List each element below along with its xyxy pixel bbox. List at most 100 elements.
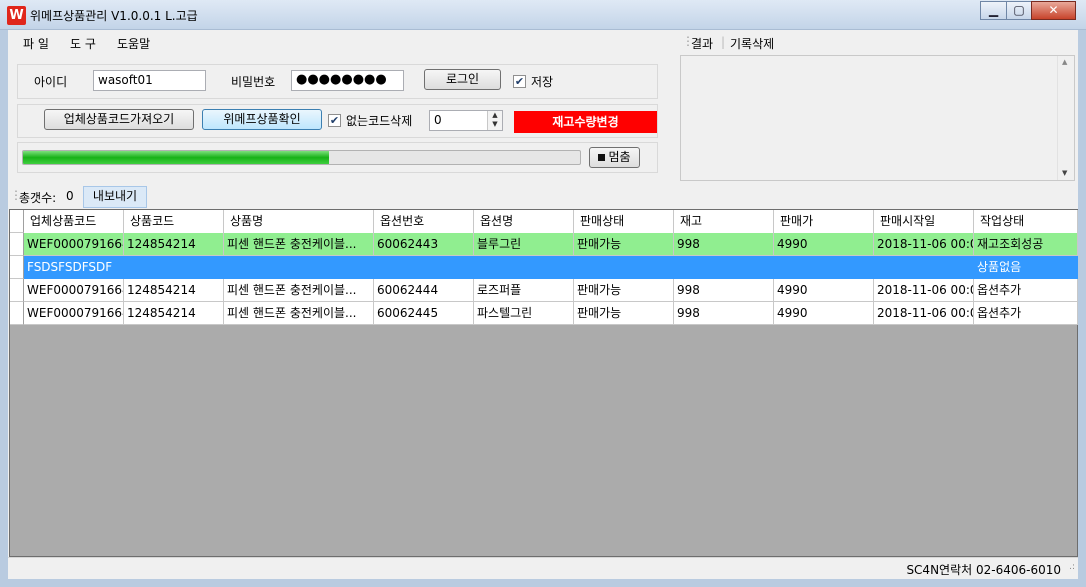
table-cell[interactable] (874, 256, 974, 279)
password-input[interactable]: ●●●●●●●● (291, 70, 404, 91)
table-cell[interactable]: WEF0000791664 (24, 279, 124, 302)
row-header[interactable] (10, 256, 24, 279)
window-title: 위메프상품관리 V1.0.0.1 L.고급 (30, 9, 198, 23)
table-cell[interactable]: 2018-11-06 00:00 (874, 279, 974, 302)
menu-help[interactable]: 도움말 (117, 35, 150, 52)
table-cell[interactable]: 124854214 (124, 233, 224, 256)
table-cell[interactable]: 판매가능 (574, 279, 674, 302)
delete-log-button[interactable]: 기록삭제 (730, 35, 774, 52)
table-cell[interactable] (674, 256, 774, 279)
table-cell[interactable]: 60062445 (374, 302, 474, 325)
table-cell[interactable]: WEF0000791664 (24, 302, 124, 325)
scroll-down-icon[interactable]: ▼ (1062, 169, 1067, 177)
table-cell[interactable]: 파스텔그린 (474, 302, 574, 325)
column-header[interactable]: 상품명 (224, 210, 374, 233)
scroll-up-icon[interactable]: ▲ (1062, 58, 1067, 66)
login-button[interactable]: 로그인 (424, 69, 501, 90)
stepper-arrows-icon[interactable]: ▲ ▼ (487, 111, 502, 130)
table-cell[interactable]: 피센 핸드폰 충전케이블... (224, 233, 374, 256)
table-cell[interactable]: 상품없음 (974, 256, 1078, 279)
id-label: 아이디 (34, 75, 68, 89)
table-cell[interactable]: 블루그린 (474, 233, 574, 256)
table-cell[interactable]: 옵션추가 (974, 279, 1078, 302)
delete-missing-label: 없는코드삭제 (346, 114, 413, 128)
table-cell[interactable] (374, 256, 474, 279)
check-products-button[interactable]: 위메프상품확인 (202, 109, 322, 130)
menu-bar (8, 31, 674, 55)
maximize-button[interactable]: ▢ (1006, 1, 1032, 20)
table-cell[interactable] (774, 256, 874, 279)
grid-toolbar: ⋮ 총갯수: 0 내보내기 (8, 186, 308, 208)
export-button[interactable]: 내보내기 (83, 186, 147, 208)
table-cell[interactable]: WEF0000791664 (24, 233, 124, 256)
column-header[interactable]: 판매가 (774, 210, 874, 233)
column-header[interactable]: 상품코드 (124, 210, 224, 233)
total-count-label: 총갯수: (19, 191, 57, 205)
stop-square-icon (598, 154, 606, 161)
stop-button[interactable]: 멈춤 (589, 147, 640, 168)
table-cell[interactable]: 60062443 (374, 233, 474, 256)
column-header[interactable]: 작업상태 (974, 210, 1078, 233)
table-cell[interactable]: 2018-11-06 00:00 (874, 302, 974, 325)
stock-change-label: 재고수량변경 (514, 111, 657, 133)
table-cell[interactable] (124, 256, 224, 279)
contact-text: SC4N연락처 02-6406-6010 (906, 563, 1061, 577)
result-log-panel[interactable]: ▲ ▼ (680, 55, 1075, 181)
table-cell[interactable]: 옵션추가 (974, 302, 1078, 325)
table-cell[interactable]: 124854214 (124, 302, 224, 325)
save-checkbox-label: 저장 (531, 75, 554, 89)
grid-header: 업체상품코드 상품코드 상품명 옵션번호 옵션명 판매상태 재고 판매가 판매시작일 작업상태 (10, 210, 1078, 234)
column-header[interactable]: 업체상품코드 (24, 210, 124, 233)
table-cell[interactable] (574, 256, 674, 279)
log-scrollbar[interactable]: ▲ ▼ (1057, 56, 1074, 180)
table-cell[interactable]: 60062444 (374, 279, 474, 302)
table-cell[interactable] (224, 256, 374, 279)
table-cell[interactable]: 4990 (774, 279, 874, 302)
result-toolbar: ⋮ 결과 | 기록삭제 (680, 33, 1075, 53)
table-row[interactable]: WEF0000791664 124854214 피센 핸드폰 충전케이블... 600… (10, 279, 1078, 302)
progress-fill (23, 151, 330, 164)
row-header[interactable] (10, 233, 24, 256)
column-header[interactable]: 재고 (674, 210, 774, 233)
table-row[interactable]: WEF0000791664 124854214 피센 핸드폰 충전케이블... 600… (10, 233, 1078, 256)
menu-file[interactable]: 파 일 (23, 35, 49, 52)
table-cell[interactable]: 998 (674, 279, 774, 302)
table-cell[interactable]: 998 (674, 302, 774, 325)
close-button[interactable]: ✕ (1031, 1, 1076, 20)
table-cell[interactable] (474, 256, 574, 279)
table-row[interactable]: FSDSFSDFSDF 상품없음 (10, 256, 1078, 279)
delete-missing-checkbox[interactable]: ✔ (328, 114, 341, 127)
data-grid[interactable]: 업체상품코드 상품코드 상품명 옵션번호 옵션명 판매상태 재고 판매가 판매시작일 작업상태 W… (9, 209, 1078, 557)
result-label: 결과 (691, 37, 714, 51)
table-cell[interactable]: FSDSFSDFSDF (24, 256, 124, 279)
column-header[interactable]: 판매상태 (574, 210, 674, 233)
minimize-button[interactable]: ▁ (980, 1, 1007, 20)
column-header[interactable]: 판매시작일 (874, 210, 974, 233)
header-corner (10, 210, 24, 233)
table-cell[interactable]: 판매가능 (574, 302, 674, 325)
id-input[interactable]: wasoft01 (93, 70, 206, 91)
table-cell[interactable]: 판매가능 (574, 233, 674, 256)
resize-grip-icon[interactable]: .: (1069, 562, 1075, 572)
table-cell[interactable]: 피센 핸드폰 충전케이블... (224, 302, 374, 325)
column-header[interactable]: 옵션명 (474, 210, 574, 233)
table-cell[interactable]: 재고조회성공 (974, 233, 1078, 256)
table-cell[interactable]: 4990 (774, 233, 874, 256)
table-row[interactable]: WEF0000791664 124854214 피센 핸드폰 충전케이블... 600… (10, 302, 1078, 325)
stop-button-label: 멈춤 (608, 150, 631, 164)
table-cell[interactable]: 로즈퍼플 (474, 279, 574, 302)
save-checkbox[interactable]: ✔ (513, 75, 526, 88)
app-logo-icon: W (7, 6, 26, 25)
fetch-codes-button[interactable]: 업체상품코드가져오기 (44, 109, 194, 130)
row-header[interactable] (10, 302, 24, 325)
total-count-value: 0 (66, 189, 74, 203)
table-cell[interactable]: 4990 (774, 302, 874, 325)
status-bar: SC4N연락처 02-6406-6010 .: (8, 557, 1078, 579)
menu-tools[interactable]: 도 구 (70, 35, 96, 52)
column-header[interactable]: 옵션번호 (374, 210, 474, 233)
table-cell[interactable]: 2018-11-06 00:00 (874, 233, 974, 256)
table-cell[interactable]: 피센 핸드폰 충전케이블... (224, 279, 374, 302)
row-header[interactable] (10, 279, 24, 302)
table-cell[interactable]: 124854214 (124, 279, 224, 302)
table-cell[interactable]: 998 (674, 233, 774, 256)
